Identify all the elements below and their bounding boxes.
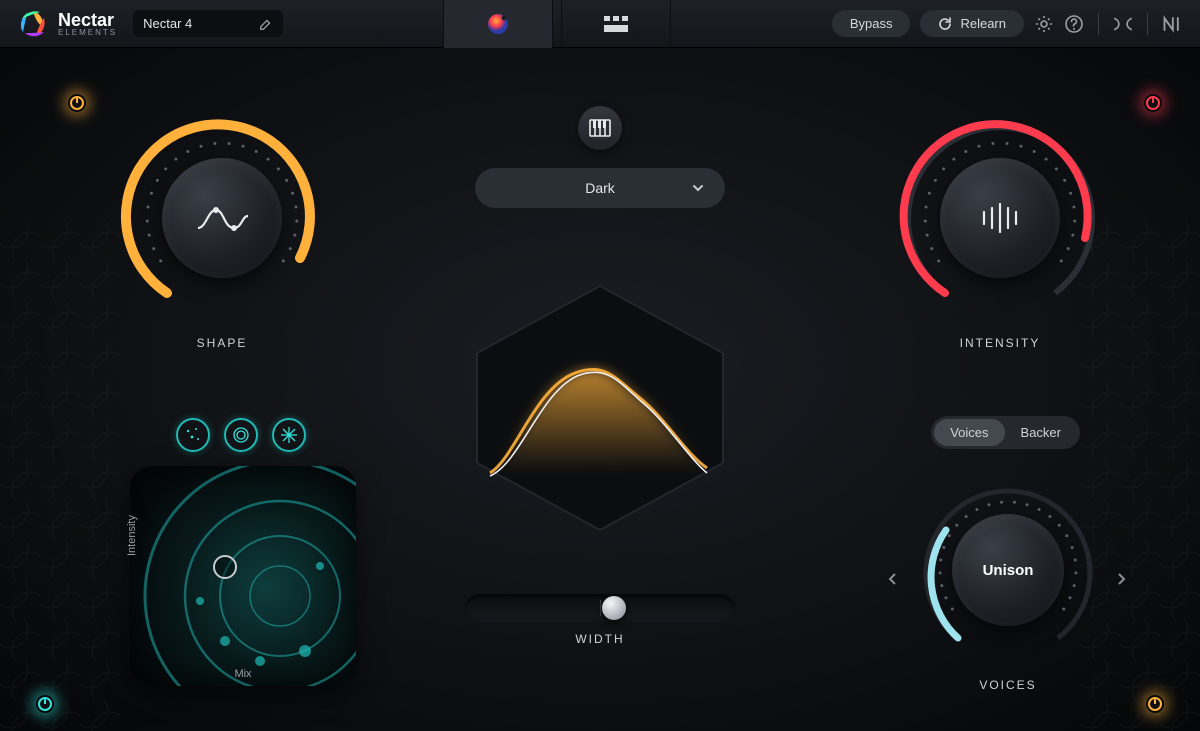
- chevron-right-icon: [1114, 572, 1128, 586]
- space-preset-3[interactable]: [272, 418, 306, 452]
- space-preset-1[interactable]: [176, 418, 210, 452]
- voices-knob-group: Unison VOICES: [908, 470, 1108, 692]
- help-icon: [1064, 14, 1084, 34]
- space-pad-cursor[interactable]: [213, 555, 237, 579]
- piano-icon: [589, 118, 611, 138]
- space-xy-pad[interactable]: Intensity Mix: [130, 466, 356, 686]
- header-divider-2: [1147, 13, 1148, 35]
- edit-icon: [259, 17, 273, 31]
- voices-knob[interactable]: Unison: [908, 470, 1108, 670]
- izotope-button[interactable]: [1113, 14, 1133, 34]
- voices-prev-button[interactable]: [886, 572, 902, 588]
- header-actions: Bypass Relearn: [832, 10, 1182, 37]
- logo-icon: [18, 9, 48, 39]
- power-toggle-intensity[interactable]: [1144, 94, 1162, 112]
- izotope-icon: [1113, 14, 1133, 34]
- shape-knob[interactable]: [112, 108, 332, 328]
- background-hex-left: [0, 220, 120, 731]
- width-slider[interactable]: [465, 594, 735, 622]
- space-preset-2[interactable]: [224, 418, 258, 452]
- power-toggle-voices[interactable]: [1146, 695, 1164, 713]
- pitch-correction-button[interactable]: [578, 106, 622, 150]
- relearn-button[interactable]: Relearn: [920, 10, 1024, 37]
- space-section: Intensity Mix: [130, 418, 360, 686]
- intensity-knob-group: INTENSITY: [890, 108, 1110, 350]
- header-tabs: [283, 0, 832, 48]
- width-label: WIDTH: [465, 632, 735, 646]
- header-bar: Nectar ELEMENTS Nectar 4 Bypass R: [0, 0, 1200, 48]
- brand-button[interactable]: [1162, 14, 1182, 34]
- product-logo: Nectar ELEMENTS: [18, 9, 117, 39]
- shape-label: SHAPE: [112, 336, 332, 350]
- power-toggle-shape[interactable]: [68, 94, 86, 112]
- orb-icon: [485, 11, 511, 37]
- preset-selector[interactable]: Nectar 4: [133, 10, 283, 37]
- power-toggle-space[interactable]: [36, 695, 54, 713]
- voices-tabs: Voices Backer: [931, 416, 1080, 449]
- help-button[interactable]: [1064, 14, 1084, 34]
- space-x-axis-label: Mix: [130, 668, 356, 680]
- tab-modules[interactable]: [561, 0, 671, 48]
- space-preset-row: [176, 418, 360, 452]
- chevron-left-icon: [886, 572, 900, 586]
- ni-icon: [1162, 14, 1182, 34]
- intensity-knob[interactable]: [890, 108, 1110, 328]
- space-y-axis-label: Intensity: [126, 515, 138, 556]
- refresh-icon: [938, 17, 952, 31]
- shape-knob-group: SHAPE: [112, 108, 332, 350]
- preset-name: Nectar 4: [143, 16, 192, 31]
- voices-label: VOICES: [908, 678, 1108, 692]
- chevron-down-icon: [691, 181, 705, 195]
- space-stars-icon: [182, 424, 204, 446]
- tab-assistant[interactable]: [443, 0, 553, 48]
- product-subtitle: ELEMENTS: [58, 29, 117, 37]
- space-burst-icon: [278, 424, 300, 446]
- bypass-button[interactable]: Bypass: [832, 10, 911, 37]
- tab-backer[interactable]: Backer: [1005, 419, 1077, 446]
- modules-icon: [603, 15, 629, 33]
- width-slider-group: WIDTH: [465, 594, 735, 646]
- voices-next-button[interactable]: [1114, 572, 1130, 588]
- settings-button[interactable]: [1034, 14, 1054, 34]
- tab-voices[interactable]: Voices: [934, 419, 1004, 446]
- product-name: Nectar: [58, 11, 117, 29]
- space-rings-icon: [230, 424, 252, 446]
- width-slider-thumb[interactable]: [602, 596, 626, 620]
- intensity-label: INTENSITY: [890, 336, 1110, 350]
- style-dropdown[interactable]: Dark: [475, 168, 725, 208]
- spectrum-visualizer: [455, 278, 745, 538]
- header-divider: [1098, 13, 1099, 35]
- style-value: Dark: [585, 180, 615, 196]
- gear-icon: [1034, 14, 1054, 34]
